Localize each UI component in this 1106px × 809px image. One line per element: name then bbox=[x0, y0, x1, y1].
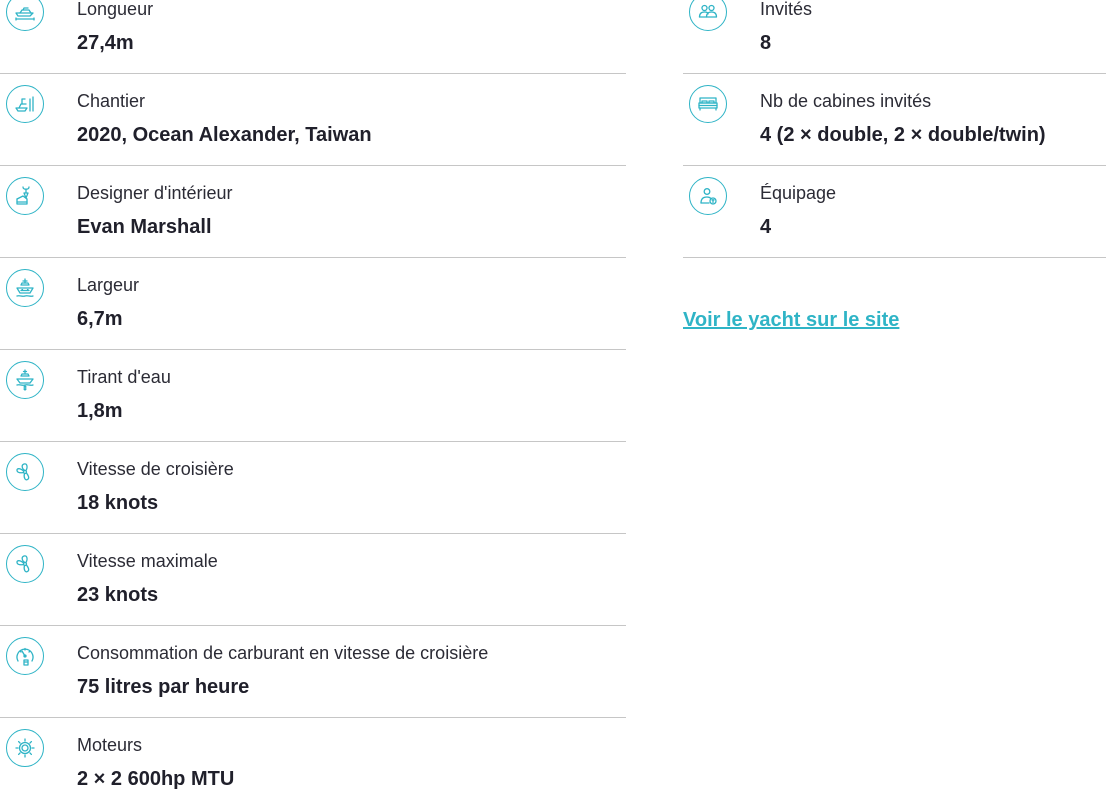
spec-value: 4 bbox=[760, 216, 772, 238]
spec-value: Evan Marshall bbox=[77, 216, 212, 238]
spec-engines: Moteurs 2 × 2 600hp MTU bbox=[0, 718, 626, 809]
spec-label: Invités bbox=[760, 0, 813, 19]
spec-label: Longueur bbox=[77, 0, 154, 19]
crew-icon bbox=[689, 177, 727, 215]
spec-shipyard: Chantier 2020, Ocean Alexander, Taiwan bbox=[0, 74, 626, 166]
spec-label: Équipage bbox=[760, 183, 837, 203]
spec-label: Chantier bbox=[77, 91, 146, 111]
shipyard-icon bbox=[6, 85, 44, 123]
spec-value: 2020, Ocean Alexander, Taiwan bbox=[77, 124, 372, 146]
spec-value: 8 bbox=[760, 32, 772, 54]
spec-label: Largeur bbox=[77, 275, 140, 295]
spec-label: Moteurs bbox=[77, 735, 143, 755]
spec-value: 4 (2 × double, 2 × double/twin) bbox=[760, 124, 1046, 146]
spec-label: Designer d'intérieur bbox=[77, 183, 233, 203]
spec-crew: Équipage 4 bbox=[683, 166, 1106, 258]
spec-value: 2 × 2 600hp MTU bbox=[77, 768, 235, 790]
spec-max-speed: Vitesse maximale 23 knots bbox=[0, 534, 626, 626]
spec-label: Consommation de carburant en vitesse de … bbox=[77, 643, 489, 663]
spec-beam: Largeur 6,7m bbox=[0, 258, 626, 350]
spec-value: 23 knots bbox=[77, 584, 159, 606]
spec-guest-cabins: Nb de cabines invités 4 (2 × double, 2 ×… bbox=[683, 74, 1106, 166]
interior-designer-icon bbox=[6, 177, 44, 215]
fuel-gauge-icon bbox=[6, 637, 44, 675]
guests-icon bbox=[689, 0, 727, 31]
spec-length: Longueur 27,4m bbox=[0, 0, 626, 74]
view-yacht-link[interactable]: Voir le yacht sur le site bbox=[683, 309, 899, 332]
yacht-length-icon bbox=[6, 0, 44, 31]
spec-label: Vitesse maximale bbox=[77, 551, 218, 571]
spec-label: Nb de cabines invités bbox=[760, 91, 932, 111]
spec-fuel-consumption: Consommation de carburant en vitesse de … bbox=[0, 626, 626, 718]
spec-interior-designer: Designer d'intérieur Evan Marshall bbox=[0, 166, 626, 258]
spec-value: 6,7m bbox=[77, 308, 123, 330]
spec-value: 75 litres par heure bbox=[77, 676, 250, 698]
spec-label: Tirant d'eau bbox=[77, 367, 171, 387]
propeller-icon bbox=[6, 453, 44, 491]
spec-guests: Invités 8 bbox=[683, 0, 1106, 74]
engine-gear-icon bbox=[6, 729, 44, 767]
specs-right-column: Invités 8 Nb de cabines invités 4 (2 × d… bbox=[683, 0, 1106, 258]
propeller-icon bbox=[6, 545, 44, 583]
spec-value: 27,4m bbox=[77, 32, 134, 54]
spec-label: Vitesse de croisière bbox=[77, 459, 234, 479]
beam-width-icon bbox=[6, 269, 44, 307]
draft-icon bbox=[6, 361, 44, 399]
spec-cruising-speed: Vitesse de croisière 18 knots bbox=[0, 442, 626, 534]
spec-value: 18 knots bbox=[77, 492, 159, 514]
spec-draft: Tirant d'eau 1,8m bbox=[0, 350, 626, 442]
spec-value: 1,8m bbox=[77, 400, 123, 422]
bed-icon bbox=[689, 85, 727, 123]
specs-left-column: Longueur 27,4m Chantier 2020, Ocean Alex… bbox=[0, 0, 626, 809]
